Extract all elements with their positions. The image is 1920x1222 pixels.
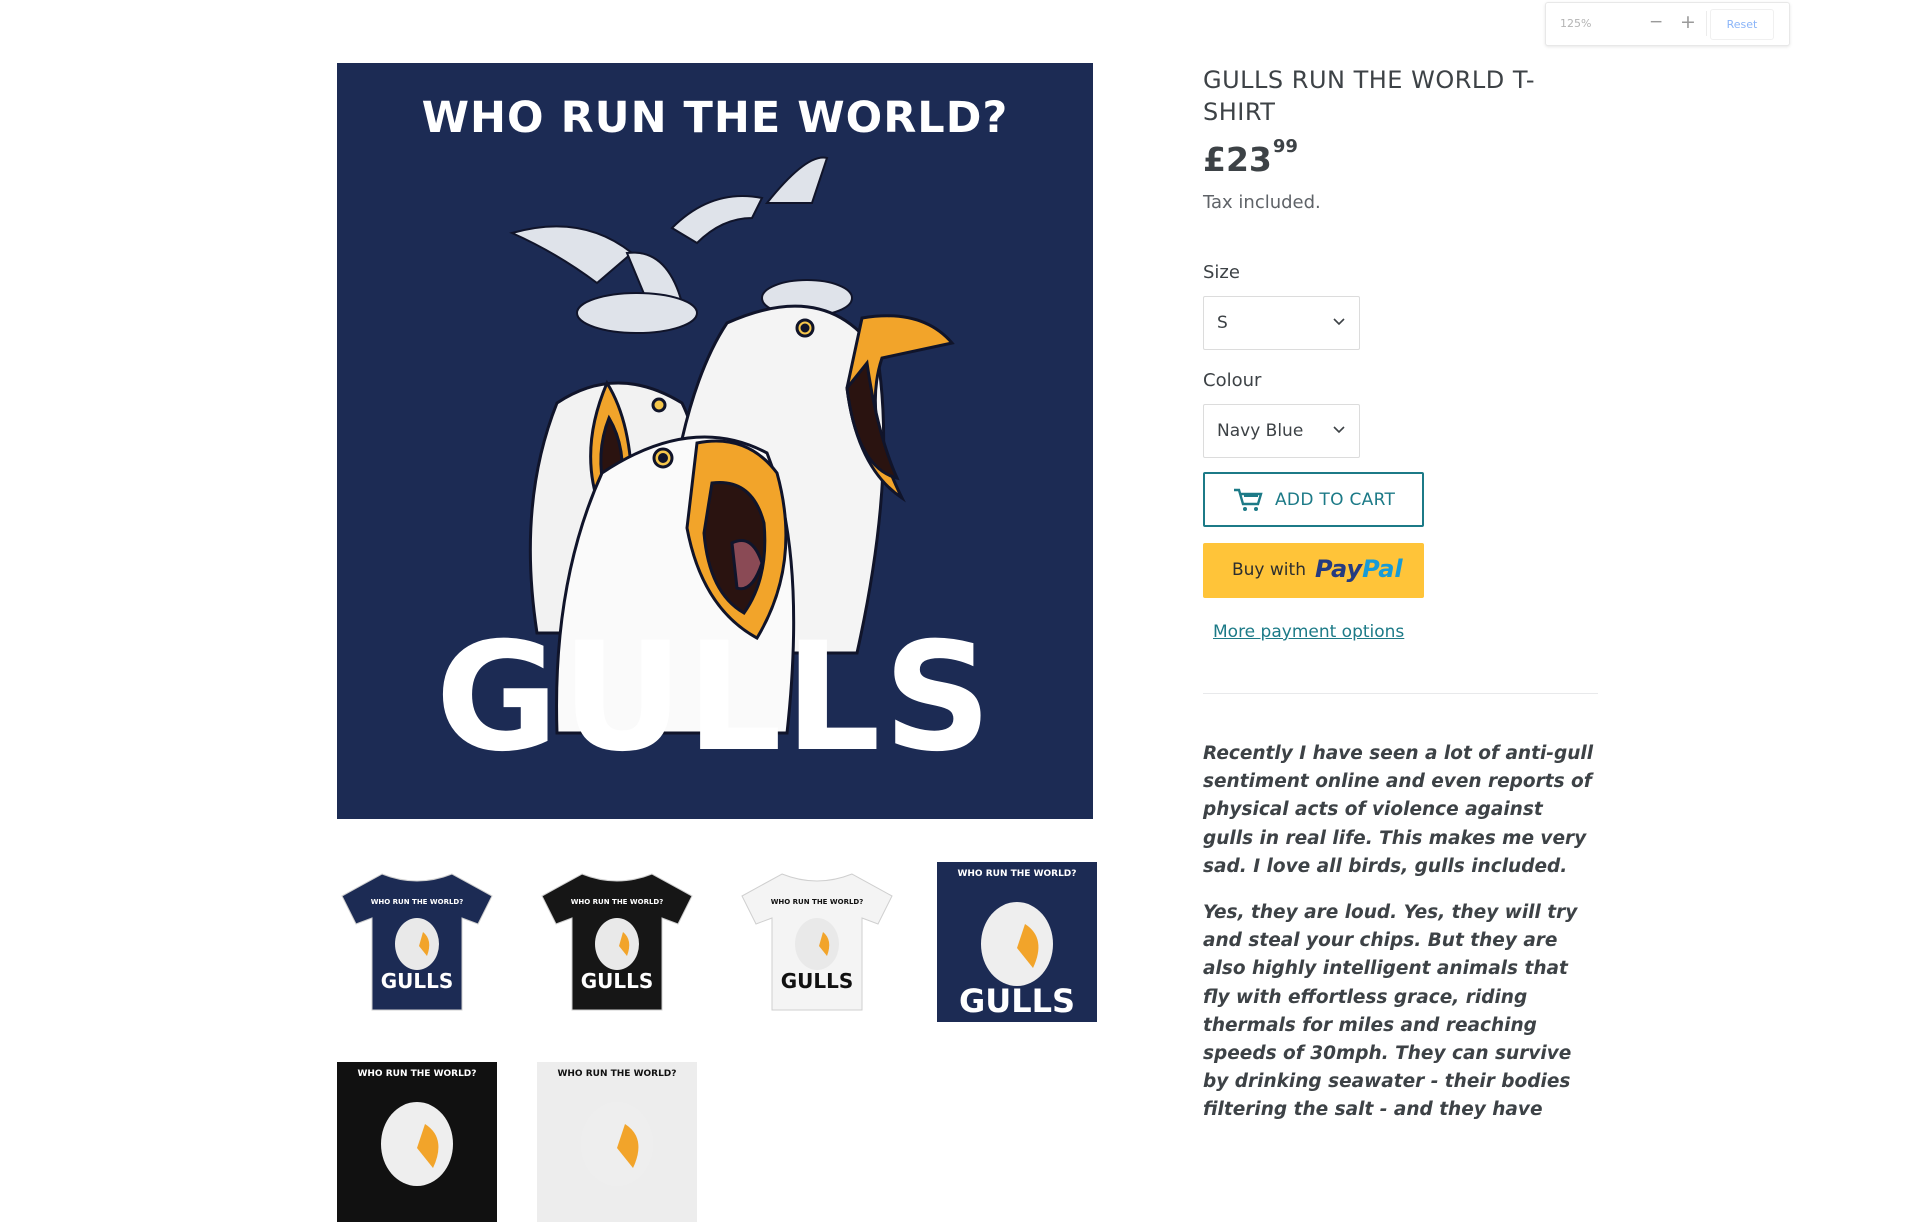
size-select[interactable]: S	[1203, 296, 1360, 350]
product-description: Recently I have seen a lot of anti-gull …	[1203, 740, 1598, 1143]
zoom-level: 125%	[1560, 17, 1592, 30]
colour-select[interactable]: Navy Blue	[1203, 404, 1360, 458]
colour-label: Colour	[1203, 370, 1262, 391]
zoom-divider	[1706, 11, 1707, 36]
zoom-control: 125% − + Reset	[1545, 2, 1790, 46]
thumbnail-4[interactable]: WHO RUN THE WORLD? GULLS	[937, 862, 1097, 1022]
price-main: £23	[1203, 140, 1272, 179]
description-paragraph: Recently I have seen a lot of anti-gull …	[1203, 743, 1594, 877]
svg-text:GULLS: GULLS	[381, 969, 454, 993]
add-to-cart-label: ADD TO CART	[1275, 490, 1396, 510]
divider	[1203, 693, 1598, 694]
zoom-in-button[interactable]: +	[1680, 11, 1696, 33]
cart-icon	[1234, 488, 1263, 511]
more-payment-options-link[interactable]: More payment options	[1213, 622, 1404, 642]
svg-text:WHO RUN THE WORLD?: WHO RUN THE WORLD?	[957, 869, 1076, 879]
thumbnail-5[interactable]: WHO RUN THE WORLD?	[337, 1062, 497, 1222]
chevron-down-icon	[1333, 426, 1345, 434]
chevron-down-icon	[1333, 318, 1345, 326]
thumbnail-1[interactable]: WHO RUN THE WORLD? GULLS	[337, 862, 497, 1022]
add-to-cart-button[interactable]: ADD TO CART	[1203, 472, 1424, 527]
product-title: GULLS RUN THE WORLD T-SHIRT	[1203, 66, 1535, 126]
paypal-button[interactable]: Buy with PayPal	[1203, 543, 1424, 598]
thumbnail-6[interactable]: WHO RUN THE WORLD?	[537, 1062, 697, 1222]
tax-note: Tax included.	[1203, 192, 1321, 213]
thumbnail-3[interactable]: WHO RUN THE WORLD? GULLS	[737, 862, 897, 1022]
size-value: S	[1217, 313, 1228, 333]
size-label: Size	[1203, 262, 1240, 283]
buy-with-label: Buy with	[1232, 560, 1306, 580]
zoom-out-button[interactable]: −	[1649, 12, 1663, 32]
svg-text:GULLS: GULLS	[581, 969, 654, 993]
svg-text:GULLS: GULLS	[959, 982, 1075, 1020]
svg-text:WHO RUN THE WORLD?: WHO RUN THE WORLD?	[771, 898, 864, 906]
thumbnail-2[interactable]: WHO RUN THE WORLD? GULLS	[537, 862, 697, 1022]
zoom-reset-button[interactable]: Reset	[1710, 9, 1774, 40]
product-price: £2399	[1203, 136, 1298, 179]
svg-text:WHO RUN THE WORLD?: WHO RUN THE WORLD?	[571, 898, 664, 906]
description-paragraph: Yes, they are loud. Yes, they will try a…	[1203, 902, 1578, 1121]
main-product-image[interactable]: WHO RUN THE WORLD? GULLS	[337, 63, 1093, 819]
price-cents: 99	[1272, 136, 1298, 157]
artwork-big-text: GULLS	[435, 611, 995, 785]
colour-value: Navy Blue	[1217, 421, 1304, 441]
svg-text:WHO RUN THE WORLD?: WHO RUN THE WORLD?	[357, 1069, 476, 1079]
svg-text:WHO RUN THE WORLD?: WHO RUN THE WORLD?	[557, 1069, 676, 1079]
svg-text:GULLS: GULLS	[781, 969, 854, 993]
artwork-top-text: WHO RUN THE WORLD?	[421, 93, 1009, 143]
svg-text:WHO RUN THE WORLD?: WHO RUN THE WORLD?	[371, 898, 464, 906]
paypal-logo: PayPal	[1315, 555, 1403, 583]
